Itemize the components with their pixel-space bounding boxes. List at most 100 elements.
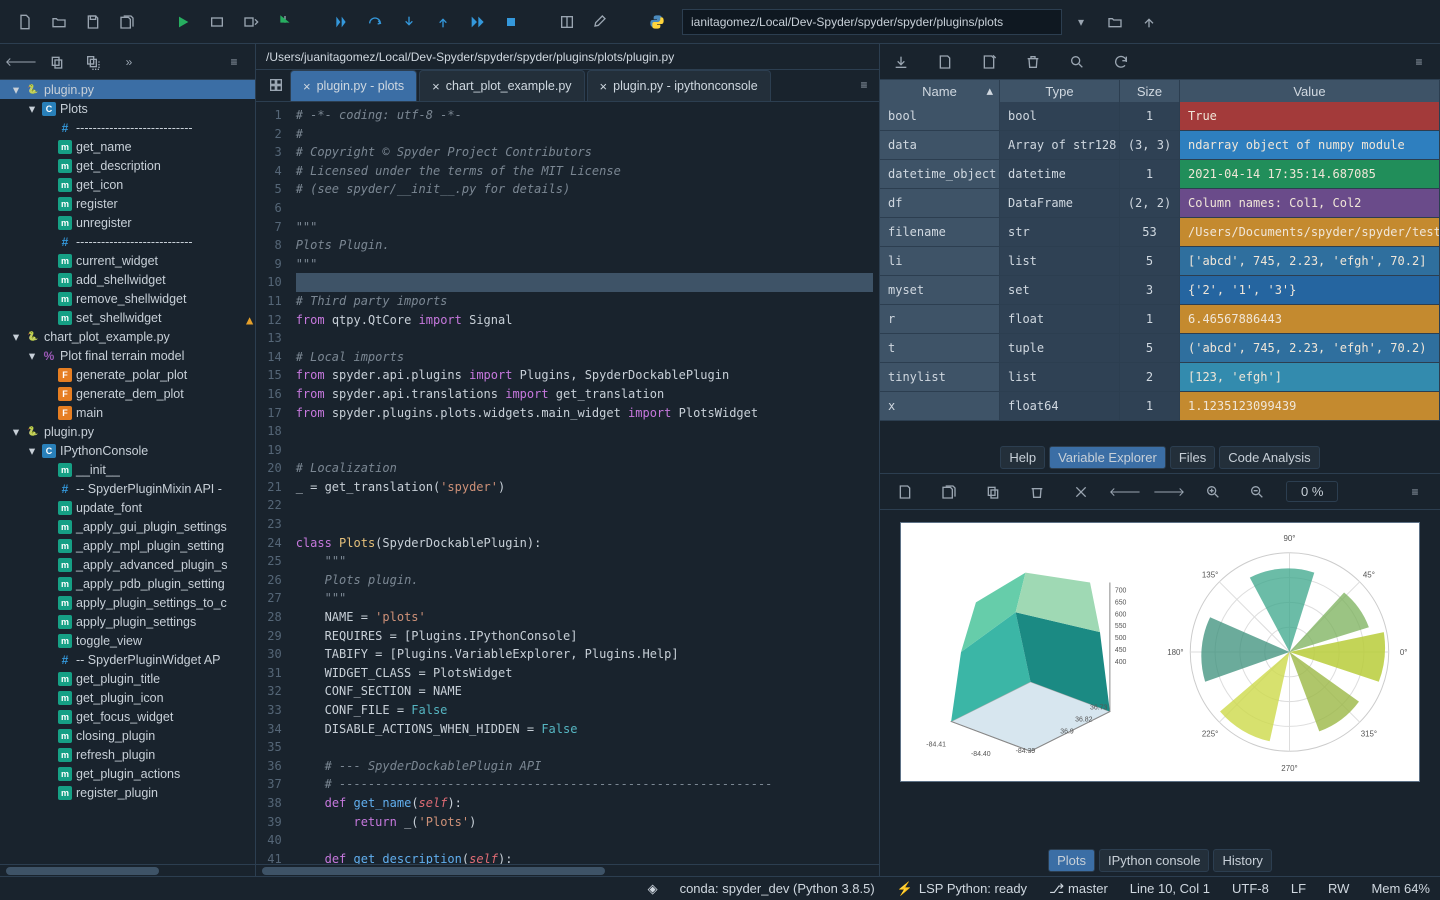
plots-tab[interactable]: IPython console [1099,849,1210,872]
outline-item[interactable]: mget_icon [0,175,255,194]
back-button[interactable]: 🡐 [6,47,36,77]
outline-options-button[interactable]: ≡ [219,47,249,77]
outline-item[interactable]: mset_shellwidget [0,308,255,327]
debug-button[interactable] [326,7,356,37]
outline-item[interactable]: mtoggle_view [0,631,255,650]
close-icon[interactable]: × [600,79,608,94]
editor-tab[interactable]: ×plugin.py - ipythonconsole [587,70,771,101]
outline-item[interactable]: ▾%Plot final terrain model [0,346,255,365]
table-row[interactable]: xfloat6411.1235123099439 [880,392,1440,421]
outline-item[interactable]: mrefresh_plugin [0,745,255,764]
outline-item[interactable]: m_apply_pdb_plugin_setting [0,574,255,593]
step-out-button[interactable] [428,7,458,37]
next-plot-button[interactable]: 🡒 [1154,477,1184,507]
plot-canvas[interactable]: 700650600 550500450400 36.936.8236.73 -8… [880,510,1440,845]
copy-icon[interactable] [42,47,72,77]
outline-item[interactable]: mget_focus_widget [0,707,255,726]
varexp-tab[interactable]: Files [1170,446,1215,469]
save-all-plots-button[interactable] [934,477,964,507]
outline-tree[interactable]: ▾🐍plugin.py▾CPlots#---------------------… [0,80,255,864]
plots-options-button[interactable]: ≡ [1400,477,1430,507]
outline-item[interactable]: m_apply_advanced_plugin_s [0,555,255,574]
outline-item[interactable]: ▾🐍plugin.py [0,422,255,441]
col-type[interactable]: Type [1000,80,1120,102]
editor-tab[interactable]: ×plugin.py - plots [290,70,417,101]
outline-item[interactable]: ▾CIPythonConsole [0,441,255,460]
search-var-button[interactable] [1062,47,1092,77]
parent-dir-button[interactable] [1134,7,1164,37]
outline-item[interactable]: #-- SpyderPluginMixin API - [0,479,255,498]
close-icon[interactable]: × [303,79,311,94]
delete-plot-button[interactable] [1022,477,1052,507]
delete-var-button[interactable] [1018,47,1048,77]
save-data-button[interactable] [930,47,960,77]
outline-item[interactable]: munregister [0,213,255,232]
outline-item[interactable]: mget_plugin_actions [0,764,255,783]
table-row[interactable]: ttuple5('abcd', 745, 2.23, 'efgh', 70.2) [880,334,1440,363]
outline-item[interactable]: madd_shellwidget [0,270,255,289]
outline-item[interactable]: mregister_plugin [0,783,255,802]
outline-item[interactable]: ▾🐍chart_plot_example.py [0,327,255,346]
status-kite-icon[interactable]: ◈ [648,881,658,897]
open-file-button[interactable] [44,7,74,37]
plots-tab[interactable]: Plots [1048,849,1095,872]
outline-item[interactable]: mget_description [0,156,255,175]
run-cell-button[interactable] [202,7,232,37]
editor-options-button[interactable]: ≡ [849,70,879,100]
copy-plot-button[interactable] [978,477,1008,507]
plots-tab[interactable]: History [1213,849,1271,872]
delete-all-plots-button[interactable] [1066,477,1096,507]
status-git[interactable]: ⎇master [1049,881,1108,897]
save-data-as-button[interactable] [974,47,1004,77]
save-plot-button[interactable] [890,477,920,507]
working-dir-input[interactable] [682,9,1062,35]
more-icon[interactable]: » [114,47,144,77]
editor-tab[interactable]: ×chart_plot_example.py [419,70,584,101]
step-into-button[interactable] [394,7,424,37]
outline-item[interactable]: Fmain [0,403,255,422]
status-lsp[interactable]: ⚡LSP Python: ready [897,881,1027,897]
continue-button[interactable] [462,7,492,37]
table-row[interactable]: dfDataFrame(2, 2)Column names: Col1, Col… [880,189,1440,218]
outline-item[interactable]: m_apply_mpl_plugin_setting [0,536,255,555]
maximize-pane-button[interactable] [552,7,582,37]
table-row[interactable]: filenamestr53/Users/Documents/spyder/spy… [880,218,1440,247]
python-path-button[interactable] [642,7,672,37]
varexp-options-button[interactable]: ≡ [1404,47,1434,77]
outline-item[interactable]: mapply_plugin_settings [0,612,255,631]
import-data-button[interactable] [886,47,916,77]
copy-all-icon[interactable] [78,47,108,77]
step-over-button[interactable] [360,7,390,37]
run-selection-button[interactable] [270,7,300,37]
outline-item[interactable]: Fgenerate_polar_plot [0,365,255,384]
col-name[interactable]: Name▴ [880,80,1000,102]
stop-debug-button[interactable] [496,7,526,37]
table-row[interactable]: rfloat16.46567886443 [880,305,1440,334]
outline-hscrollbar[interactable] [6,867,159,875]
preferences-button[interactable] [586,7,616,37]
outline-item[interactable]: #---------------------------- [0,118,255,137]
outline-item[interactable]: Fgenerate_dem_plot [0,384,255,403]
outline-item[interactable]: mget_plugin_title [0,669,255,688]
outline-item[interactable]: #---------------------------- [0,232,255,251]
prev-plot-button[interactable]: 🡐 [1110,477,1140,507]
outline-item[interactable]: mremove_shellwidget [0,289,255,308]
table-row[interactable]: boolbool1True [880,102,1440,131]
table-row[interactable]: lilist5['abcd', 745, 2.23, 'efgh', 70.2] [880,247,1440,276]
outline-item[interactable]: mapply_plugin_settings_to_c [0,593,255,612]
outline-item[interactable]: ▾CPlots [0,99,255,118]
code-editor[interactable]: 1 2 3 4 5 6 7 8 9 10 11 12 13 14 15 16 1… [256,102,879,864]
table-row[interactable]: datetime_objectdatetime12021-04-14 17:35… [880,160,1440,189]
outline-item[interactable]: mget_name [0,137,255,156]
varexp-tab[interactable]: Code Analysis [1219,446,1319,469]
outline-item[interactable]: ▾🐍plugin.py [0,80,255,99]
working-dir-dropdown[interactable]: ▾ [1066,7,1096,37]
outline-item[interactable]: mcurrent_widget [0,251,255,270]
save-button[interactable] [78,7,108,37]
new-file-button[interactable] [10,7,40,37]
table-row[interactable]: mysetset3{'2', '1', '3'} [880,276,1440,305]
table-row[interactable]: dataArray of str128(3, 3)ndarray object … [880,131,1440,160]
col-value[interactable]: Value [1180,80,1440,102]
tab-browse-button[interactable] [262,70,290,100]
browse-dir-button[interactable] [1100,7,1130,37]
